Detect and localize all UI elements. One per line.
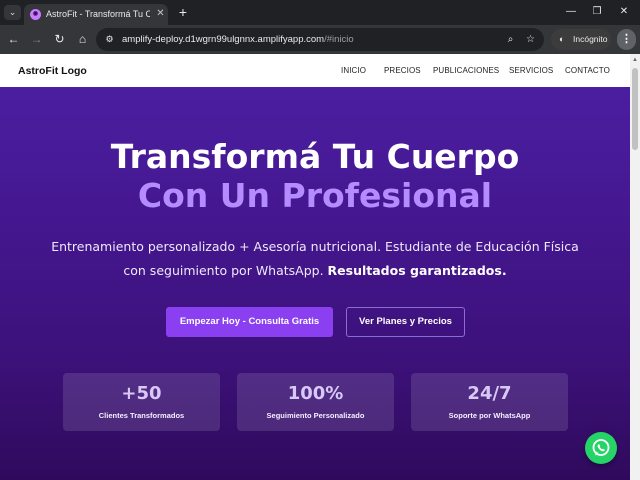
nav-link-publicaciones[interactable]: PUBLICACIONES xyxy=(433,66,499,75)
url-text[interactable]: amplify-deploy.d1wgrn99ulgnnx.amplifyapp… xyxy=(122,34,354,45)
minimize-icon[interactable]: — xyxy=(564,5,578,19)
incognito-badge[interactable]: ◐ Incógnito xyxy=(551,29,611,50)
whatsapp-float-button[interactable] xyxy=(585,432,617,464)
stat-value: 100% xyxy=(287,383,344,404)
nav-link-contacto[interactable]: CONTACTO xyxy=(565,66,610,75)
restore-icon[interactable]: ❐ xyxy=(590,5,604,19)
incognito-icon: ◐ xyxy=(559,34,565,44)
hero-section: Transformá Tu Cuerpo Con Un Profesional … xyxy=(0,87,630,480)
stat-label: Seguimiento Personalizado xyxy=(266,411,365,420)
ver-planes-button[interactable]: Ver Planes y Precios xyxy=(346,307,465,337)
stat-card-soporte: 24/7 Soporte por WhatsApp xyxy=(411,373,568,431)
site-info-icon[interactable]: ⚙ xyxy=(103,33,116,46)
page-scrollbar[interactable]: ▲ xyxy=(630,54,640,480)
astrofit-favicon-icon: ◉ xyxy=(30,9,41,20)
new-tab-icon[interactable]: + xyxy=(176,5,190,19)
hero-subtitle-line2: con seguimiento por WhatsApp. Resultados… xyxy=(0,263,630,278)
page-viewport: AstroFit Logo INICIO PRECIOS PUBLICACION… xyxy=(0,54,640,480)
stat-value: +50 xyxy=(121,383,162,404)
address-bar[interactable]: ⚙ amplify-deploy.d1wgrn99ulgnnx.amplifya… xyxy=(96,28,544,51)
window-close-icon[interactable]: ✕ xyxy=(617,5,631,19)
tab-title: AstroFit - Transformá Tu Cuerpo xyxy=(46,9,150,19)
bookmark-star-icon[interactable]: ☆ xyxy=(524,33,537,46)
hero-subtitle-line1: Entrenamiento personalizado + Asesoría n… xyxy=(51,239,579,254)
stat-card-clientes: +50 Clientes Transformados xyxy=(63,373,220,431)
site-logo[interactable]: AstroFit Logo xyxy=(18,65,87,77)
hero-subtitle-highlight: Resultados garantizados. xyxy=(327,263,507,278)
back-icon[interactable]: ← xyxy=(6,32,21,47)
tab-search-button[interactable]: ⌄ xyxy=(4,5,21,20)
zoom-icon[interactable]: ⌕ xyxy=(504,33,517,46)
consulta-gratis-button[interactable]: Empezar Hoy - Consulta Gratis xyxy=(166,307,333,337)
url-host: amplify-deploy.d1wgrn99ulgnnx.amplifyapp… xyxy=(122,34,325,45)
tab-strip: ⌄ ◉ AstroFit - Transformá Tu Cuerpo ✕ + … xyxy=(0,0,640,25)
browser-menu-icon[interactable]: ⋮ xyxy=(617,29,636,50)
nav-link-inicio[interactable]: INICIO xyxy=(341,66,366,75)
hero-title-line1: Transformá Tu Cuerpo xyxy=(110,137,520,176)
scrollbar-thumb[interactable] xyxy=(632,68,638,150)
stat-card-seguimiento: 100% Seguimiento Personalizado xyxy=(237,373,394,431)
nav-link-precios[interactable]: PRECIOS xyxy=(384,66,421,75)
site-header: AstroFit Logo INICIO PRECIOS PUBLICACION… xyxy=(0,54,630,87)
hero-title-line2: Con Un Profesional xyxy=(137,176,493,215)
whatsapp-icon xyxy=(592,439,610,456)
incognito-label: Incógnito xyxy=(573,34,608,44)
nav-link-servicios[interactable]: SERVICIOS xyxy=(509,66,553,75)
hero-subtitle-text: con seguimiento por WhatsApp. xyxy=(123,263,328,278)
forward-icon[interactable]: → xyxy=(29,32,44,47)
stat-label: Clientes Transformados xyxy=(98,411,185,420)
browser-tab[interactable]: ◉ AstroFit - Transformá Tu Cuerpo ✕ xyxy=(24,4,168,25)
close-icon[interactable]: ✕ xyxy=(155,8,166,19)
stat-value: 24/7 xyxy=(467,383,512,404)
reload-icon[interactable]: ↻ xyxy=(52,32,67,47)
stat-label: Soporte por WhatsApp xyxy=(448,411,531,420)
scroll-up-icon[interactable]: ▲ xyxy=(631,56,639,64)
home-icon[interactable]: ⌂ xyxy=(75,32,90,47)
url-path: /#inicio xyxy=(324,34,354,45)
browser-toolbar: ← → ↻ ⌂ ⚙ amplify-deploy.d1wgrn99ulgnnx.… xyxy=(0,25,640,54)
